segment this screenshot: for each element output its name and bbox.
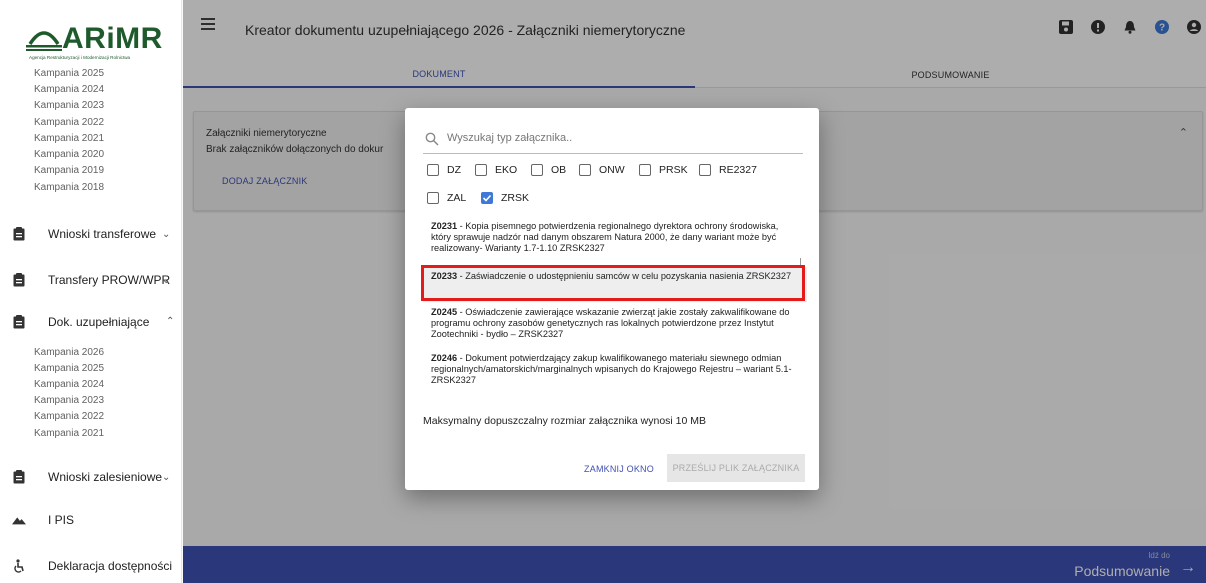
filter-label: ZAL bbox=[447, 192, 467, 204]
option-code: Z0245 bbox=[431, 307, 458, 317]
logo-arch-icon bbox=[26, 31, 62, 51]
sidebar-campaign-2021[interactable]: Kampania 2021 bbox=[34, 133, 104, 144]
arimr-logo[interactable]: ARiMR Agencja Restrukturyzacji i Moderni… bbox=[24, 20, 174, 68]
option-code: Z0231 bbox=[431, 221, 458, 231]
sidebar-subcampaign-2025[interactable]: Kampania 2025 bbox=[34, 363, 104, 374]
checkbox-checked-icon bbox=[481, 192, 493, 204]
logo-text: ARiMR bbox=[62, 22, 163, 55]
chevron-up-icon: ⌃ bbox=[166, 316, 175, 327]
send-attachment-button[interactable]: PRZEŚLIJ PLIK ZAŁĄCZNIKA bbox=[667, 454, 805, 482]
filter-label: OB bbox=[551, 164, 567, 176]
sidebar: ARiMR Agencja Restrukturyzacji i Moderni… bbox=[0, 0, 182, 583]
search-icon bbox=[425, 132, 439, 151]
sidebar-subcampaign-2024[interactable]: Kampania 2024 bbox=[34, 379, 104, 390]
clipboard-icon bbox=[12, 272, 26, 288]
sidebar-item-label: I PIS bbox=[48, 513, 75, 527]
close-dialog-button[interactable]: ZAMKNIJ OKNO bbox=[583, 457, 655, 481]
list-item-z0246[interactable]: Z0246 - Dokument potwierdzający zakup kw… bbox=[423, 353, 807, 386]
filter-zrsk[interactable]: ZRSK bbox=[481, 192, 529, 204]
chevron-down-icon: ⌄ bbox=[162, 228, 171, 240]
sidebar-campaign-2022[interactable]: Kampania 2022 bbox=[34, 117, 104, 128]
sidebar-campaign-2024[interactable]: Kampania 2024 bbox=[34, 84, 104, 95]
sidebar-subcampaign-2022[interactable]: Kampania 2022 bbox=[34, 411, 104, 422]
sidebar-item-deklaracja-dostepnosci[interactable]: Deklaracja dostępności bbox=[12, 554, 178, 578]
list-item-z0245[interactable]: Z0245 - Oświadczenie zawierające wskazan… bbox=[423, 307, 807, 340]
list-item-z0231[interactable]: Z0231 - Kopia pisemnego potwierdzenia re… bbox=[423, 221, 807, 254]
search-field[interactable]: Wyszukaj typ załącznika.. bbox=[423, 128, 803, 154]
search-placeholder: Wyszukaj typ załącznika.. bbox=[447, 132, 573, 144]
option-text: - Oświadczenie zawierające wskazanie zwi… bbox=[431, 307, 790, 339]
mountain-icon bbox=[12, 512, 26, 528]
filter-dz[interactable]: DZ bbox=[427, 164, 461, 176]
checkbox-icon bbox=[427, 192, 439, 204]
chevron-down-icon: ⌄ bbox=[162, 274, 171, 286]
checkbox-icon bbox=[699, 164, 711, 176]
filter-label: PRSK bbox=[659, 164, 688, 176]
filter-label: ONW bbox=[599, 164, 625, 176]
sidebar-item-label: Dok. uzupełniające bbox=[48, 315, 150, 329]
selection-highlight-frame bbox=[421, 265, 805, 301]
sidebar-item-label: Deklaracja dostępności bbox=[48, 559, 173, 573]
sidebar-item-label: Transfery PROW/WPR bbox=[48, 273, 171, 287]
checkbox-icon bbox=[475, 164, 487, 176]
filter-prsk[interactable]: PRSK bbox=[639, 164, 688, 176]
sidebar-campaign-2019[interactable]: Kampania 2019 bbox=[34, 165, 104, 176]
filter-label: ZRSK bbox=[501, 192, 530, 204]
clipboard-icon bbox=[12, 314, 26, 330]
sidebar-item-label: Wnioski transferowe bbox=[48, 227, 157, 241]
sidebar-subcampaign-2021[interactable]: Kampania 2021 bbox=[34, 428, 104, 439]
filter-re2327[interactable]: RE2327 bbox=[699, 164, 757, 176]
filter-zal[interactable]: ZAL bbox=[427, 192, 466, 204]
sidebar-campaign-2018[interactable]: Kampania 2018 bbox=[34, 182, 104, 193]
filter-label: EKO bbox=[495, 164, 518, 176]
option-code: Z0246 bbox=[431, 353, 458, 363]
sidebar-item-i-pis[interactable]: I PIS bbox=[12, 508, 178, 532]
checkbox-icon bbox=[427, 164, 439, 176]
checkbox-icon bbox=[639, 164, 651, 176]
accessibility-icon bbox=[12, 558, 26, 574]
checkbox-icon bbox=[531, 164, 543, 176]
clipboard-icon bbox=[12, 226, 26, 242]
sidebar-item-transfery-prow-wpr[interactable]: Transfery PROW/WPR ⌄ bbox=[12, 268, 178, 292]
filter-eko[interactable]: EKO bbox=[475, 164, 517, 176]
option-text: - Kopia pisemnego potwierdzenia regional… bbox=[431, 221, 779, 253]
sidebar-item-dok-uzupelniajace[interactable]: Dok. uzupełniające ⌃ bbox=[12, 310, 178, 334]
sidebar-campaign-2025[interactable]: Kampania 2025 bbox=[34, 68, 104, 79]
sidebar-subcampaign-2026[interactable]: Kampania 2026 bbox=[34, 347, 104, 358]
clipboard-icon bbox=[12, 469, 26, 485]
sidebar-campaign-2023[interactable]: Kampania 2023 bbox=[34, 100, 104, 111]
sidebar-campaign-2020[interactable]: Kampania 2020 bbox=[34, 149, 104, 160]
sidebar-item-wnioski-transferowe[interactable]: Wnioski transferowe ⌄ bbox=[12, 222, 178, 246]
option-text: - Dokument potwierdzający zakup kwalifik… bbox=[431, 353, 792, 385]
max-size-note: Maksymalny dopuszczalny rozmiar załączni… bbox=[423, 415, 707, 427]
filter-label: RE2327 bbox=[719, 164, 757, 176]
logo-subtext: Agencja Restrukturyzacji i Modernizacji … bbox=[29, 55, 131, 60]
checkbox-icon bbox=[579, 164, 591, 176]
chevron-down-icon: ⌄ bbox=[162, 471, 171, 483]
filter-ob[interactable]: OB bbox=[531, 164, 566, 176]
filter-label: DZ bbox=[447, 164, 461, 176]
sidebar-subcampaign-2023[interactable]: Kampania 2023 bbox=[34, 395, 104, 406]
attachment-type-dialog: Wyszukaj typ załącznika.. DZ EKO OB ONW … bbox=[405, 108, 819, 490]
sidebar-item-wnioski-zalesieniowe[interactable]: Wnioski zalesieniowe ⌄ bbox=[12, 465, 178, 489]
filter-onw[interactable]: ONW bbox=[579, 164, 625, 176]
sidebar-item-label: Wnioski zalesieniowe bbox=[48, 470, 163, 484]
